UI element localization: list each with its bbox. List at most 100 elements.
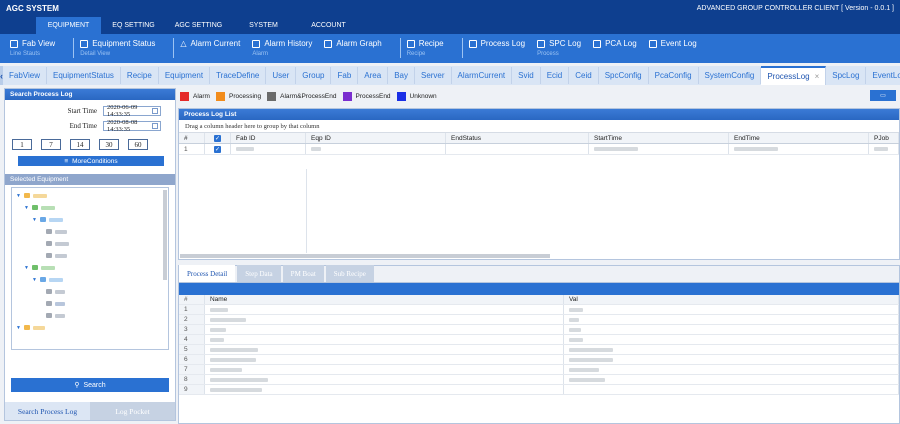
- search-button[interactable]: ⚲ Search: [11, 378, 169, 392]
- row-select[interactable]: ✓: [205, 144, 231, 154]
- tree-node[interactable]: [46, 240, 69, 247]
- tree-node[interactable]: [46, 312, 65, 319]
- tab-spcconfig[interactable]: SpcConfig: [599, 67, 649, 84]
- tab-recipe[interactable]: Recipe: [121, 67, 159, 84]
- tree-node[interactable]: [46, 300, 65, 307]
- tab-bay[interactable]: Bay: [388, 67, 415, 84]
- tab-svid[interactable]: Svid: [512, 67, 541, 84]
- process-log-button[interactable]: Process Log: [463, 34, 531, 58]
- tab-pm-boat[interactable]: PM Boat: [282, 265, 324, 282]
- event-log-button[interactable]: Event Log: [643, 34, 703, 58]
- toolbar-divider: [161, 38, 175, 58]
- tab-log-pocket[interactable]: Log Pocket: [90, 402, 175, 420]
- tab-tracedefine[interactable]: TraceDefine: [210, 67, 267, 84]
- close-icon[interactable]: ×: [815, 72, 820, 81]
- select-all-checkbox[interactable]: ✓: [214, 134, 221, 142]
- tab-fab[interactable]: Fab: [331, 67, 359, 84]
- col-val[interactable]: Val: [563, 295, 899, 304]
- calendar-icon[interactable]: [151, 107, 158, 114]
- alarm-graph-button[interactable]: Alarm Graph: [318, 34, 387, 58]
- tab-ecid[interactable]: Ecid: [541, 67, 570, 84]
- day-60-button[interactable]: 60: [128, 139, 148, 150]
- day-30-button[interactable]: 30: [99, 139, 119, 150]
- tab-equipment[interactable]: Equipment: [159, 67, 211, 84]
- tree-scrollbar[interactable]: [163, 190, 167, 280]
- tree-node[interactable]: ▼: [24, 264, 55, 271]
- alarm-history-button[interactable]: Alarm History Alarm: [246, 34, 318, 58]
- tab-sub-recipe[interactable]: Sub Recipe: [325, 265, 374, 282]
- cell-name: [205, 335, 564, 344]
- tab-processlog[interactable]: ProcessLog ×: [761, 66, 827, 85]
- day-7-button[interactable]: 7: [41, 139, 61, 150]
- table-row[interactable]: 9: [179, 385, 899, 395]
- menu-account[interactable]: ACCOUNT: [296, 17, 361, 34]
- table-row[interactable]: 7: [179, 365, 899, 375]
- tab-ceid[interactable]: Ceid: [569, 67, 599, 84]
- tab-equipmentstatus[interactable]: EquipmentStatus: [47, 67, 121, 84]
- more-conditions-button[interactable]: ≡ MoreConditions: [18, 156, 164, 166]
- cell-name: [205, 375, 564, 384]
- col-select[interactable]: ✓: [205, 133, 231, 143]
- col-name[interactable]: Name: [204, 295, 564, 304]
- process-detail-panel: Process Detail Step Data PM Boat Sub Rec…: [178, 265, 900, 424]
- day-1-button[interactable]: 1: [12, 139, 32, 150]
- tab-fabview[interactable]: FabView: [3, 67, 47, 84]
- tree-node[interactable]: ▼: [32, 276, 63, 283]
- tab-group[interactable]: Group: [296, 67, 332, 84]
- day-14-button[interactable]: 14: [70, 139, 90, 150]
- tab-server[interactable]: Server: [415, 67, 452, 84]
- table-row[interactable]: 8: [179, 375, 899, 385]
- version-label: ADVANCED GROUP CONTROLLER CLIENT [ Versi…: [696, 5, 894, 12]
- col-num[interactable]: #: [179, 295, 205, 304]
- menu-system[interactable]: SYSTEM: [231, 17, 296, 34]
- row-checkbox[interactable]: ✓: [214, 145, 221, 153]
- menu-equipment[interactable]: EQUIPMENT: [36, 17, 101, 34]
- tree-node[interactable]: ▼: [16, 324, 45, 331]
- tab-process-detail[interactable]: Process Detail: [179, 265, 236, 282]
- table-row[interactable]: 5: [179, 345, 899, 355]
- tree-node[interactable]: [46, 228, 67, 235]
- col-eqp-id[interactable]: Eqp ID: [306, 133, 446, 143]
- col-num[interactable]: #: [179, 133, 205, 143]
- fab-view-button[interactable]: Fab View Line Stauts: [4, 34, 61, 58]
- folder-icon: [23, 325, 30, 330]
- menu-agc-setting[interactable]: AGC SETTING: [166, 17, 231, 34]
- tab-spclog[interactable]: SpcLog: [826, 67, 867, 84]
- col-pjob[interactable]: PJob: [869, 133, 899, 143]
- table-row[interactable]: 4: [179, 335, 899, 345]
- tree-node[interactable]: ▼: [24, 204, 55, 211]
- tree-node[interactable]: [46, 288, 65, 295]
- tab-user[interactable]: User: [266, 67, 297, 84]
- start-time-input[interactable]: 2020-06-09 14:33:35: [103, 104, 161, 118]
- equipment-status-button[interactable]: Equipment Status Detail View: [74, 34, 161, 58]
- pca-log-button[interactable]: PCA Log: [587, 34, 643, 58]
- table-row[interactable]: 1: [179, 305, 899, 315]
- tree-node[interactable]: ▼: [16, 192, 47, 199]
- spc-log-button[interactable]: SPC Log Process: [531, 34, 587, 58]
- table-row[interactable]: 1 ✓: [179, 144, 899, 155]
- alarm-current-button[interactable]: △ Alarm Current: [174, 34, 246, 58]
- tab-area[interactable]: Area: [358, 67, 389, 84]
- calendar-icon[interactable]: [151, 122, 158, 129]
- horizontal-scrollbar[interactable]: [180, 254, 550, 258]
- tree-node[interactable]: [46, 252, 67, 259]
- tree-node[interactable]: ▼: [32, 216, 63, 223]
- table-row[interactable]: 3: [179, 325, 899, 335]
- table-row[interactable]: 2: [179, 315, 899, 325]
- tab-pcaconfig[interactable]: PcaConfig: [649, 67, 699, 84]
- tab-search-process-log[interactable]: Search Process Log: [5, 402, 90, 420]
- col-start-time[interactable]: StartTime: [589, 133, 729, 143]
- tab-systemconfig[interactable]: SystemConfig: [699, 67, 762, 84]
- col-end-status[interactable]: EndStatus: [446, 133, 589, 143]
- col-fab-id[interactable]: Fab ID: [231, 133, 306, 143]
- export-button[interactable]: ▭: [870, 90, 896, 101]
- tab-alarmcurrent[interactable]: AlarmCurrent: [452, 67, 513, 84]
- menu-eq-setting[interactable]: EQ SETTING: [101, 17, 166, 34]
- recipe-button[interactable]: Recipe Recipe: [401, 34, 450, 58]
- end-time-input[interactable]: 2020-08-08 14:33:35: [103, 119, 161, 133]
- cell-name: [205, 325, 564, 334]
- table-row[interactable]: 6: [179, 355, 899, 365]
- tab-eventlog[interactable]: EventLog: [866, 67, 900, 84]
- tab-step-data[interactable]: Step Data: [237, 265, 281, 282]
- col-end-time[interactable]: EndTime: [729, 133, 869, 143]
